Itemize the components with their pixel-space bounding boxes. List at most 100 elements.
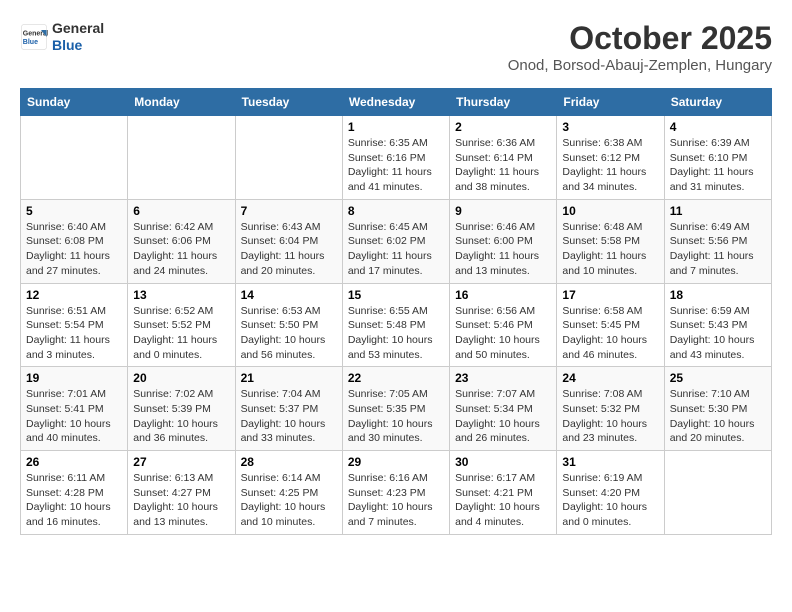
day-number: 30	[455, 455, 551, 469]
weekday-header-wednesday: Wednesday	[342, 89, 449, 116]
day-number: 3	[562, 120, 658, 134]
day-info: Sunrise: 7:02 AM Sunset: 5:39 PM Dayligh…	[133, 387, 229, 446]
logo: General Blue General Blue	[20, 20, 104, 54]
day-cell: 5Sunrise: 6:40 AM Sunset: 6:08 PM Daylig…	[21, 199, 128, 283]
day-info: Sunrise: 7:10 AM Sunset: 5:30 PM Dayligh…	[670, 387, 766, 446]
day-info: Sunrise: 6:35 AM Sunset: 6:16 PM Dayligh…	[348, 136, 444, 195]
location-title: Onod, Borsod-Abauj-Zemplen, Hungary	[508, 57, 772, 74]
day-cell: 4Sunrise: 6:39 AM Sunset: 6:10 PM Daylig…	[664, 116, 771, 200]
day-cell: 19 Sunrise: 7:01 AM Sunset: 5:41 PM Dayli…	[21, 367, 128, 451]
day-number: 4	[670, 120, 766, 134]
day-number: 18	[670, 288, 766, 302]
day-cell	[128, 116, 235, 200]
day-cell: 29 Sunrise: 6:16 AM Sunset: 4:23 PM Dayli…	[342, 451, 449, 535]
day-cell: 28Sunrise: 6:14 AM Sunset: 4:25 PM Dayli…	[235, 451, 342, 535]
day-number: 13	[133, 288, 229, 302]
day-cell	[235, 116, 342, 200]
day-info: Sunrise: 7:01 AM Sunset: 5:41 PM Dayligh…	[26, 387, 122, 446]
day-cell: 21Sunrise: 7:04 AM Sunset: 5:37 PM Dayli…	[235, 367, 342, 451]
day-info: Sunrise: 6:52 AM Sunset: 5:52 PM Dayligh…	[133, 304, 229, 363]
day-number: 2	[455, 120, 551, 134]
day-number: 21	[241, 371, 337, 385]
day-number: 27	[133, 455, 229, 469]
day-info: Sunrise: 6:53 AM Sunset: 5:50 PM Dayligh…	[241, 304, 337, 363]
day-info: Sunrise: 6:58 AM Sunset: 5:45 PM Dayligh…	[562, 304, 658, 363]
day-cell: 17 Sunrise: 6:58 AM Sunset: 5:45 PM Dayli…	[557, 283, 664, 367]
day-info: Sunrise: 6:36 AM Sunset: 6:14 PM Dayligh…	[455, 136, 551, 195]
day-info: Sunrise: 6:14 AM Sunset: 4:25 PM Dayligh…	[241, 471, 337, 530]
day-info: Sunrise: 6:42 AM Sunset: 6:06 PM Dayligh…	[133, 220, 229, 279]
day-cell: 26 Sunrise: 6:11 AM Sunset: 4:28 PM Dayli…	[21, 451, 128, 535]
day-number: 10	[562, 204, 658, 218]
weekday-header-thursday: Thursday	[450, 89, 557, 116]
day-cell: 23Sunrise: 7:07 AM Sunset: 5:34 PM Dayli…	[450, 367, 557, 451]
day-number: 11	[670, 204, 766, 218]
day-info: Sunrise: 6:48 AM Sunset: 5:58 PM Dayligh…	[562, 220, 658, 279]
day-cell: 22Sunrise: 7:05 AM Sunset: 5:35 PM Dayli…	[342, 367, 449, 451]
day-number: 31	[562, 455, 658, 469]
day-number: 25	[670, 371, 766, 385]
day-cell: 9 Sunrise: 6:46 AM Sunset: 6:00 PM Daylig…	[450, 199, 557, 283]
day-number: 15	[348, 288, 444, 302]
day-number: 1	[348, 120, 444, 134]
day-info: Sunrise: 6:51 AM Sunset: 5:54 PM Dayligh…	[26, 304, 122, 363]
day-number: 6	[133, 204, 229, 218]
day-cell: 11 Sunrise: 6:49 AM Sunset: 5:56 PM Dayli…	[664, 199, 771, 283]
day-info: Sunrise: 6:46 AM Sunset: 6:00 PM Dayligh…	[455, 220, 551, 279]
week-row-5: 26 Sunrise: 6:11 AM Sunset: 4:28 PM Dayli…	[21, 451, 772, 535]
day-cell: 25 Sunrise: 7:10 AM Sunset: 5:30 PM Dayli…	[664, 367, 771, 451]
day-number: 7	[241, 204, 337, 218]
logo-line1: General	[52, 20, 104, 37]
day-info: Sunrise: 6:17 AM Sunset: 4:21 PM Dayligh…	[455, 471, 551, 530]
day-info: Sunrise: 6:38 AM Sunset: 6:12 PM Dayligh…	[562, 136, 658, 195]
day-cell: 31 Sunrise: 6:19 AM Sunset: 4:20 PM Dayli…	[557, 451, 664, 535]
day-cell: 10 Sunrise: 6:48 AM Sunset: 5:58 PM Dayli…	[557, 199, 664, 283]
day-number: 16	[455, 288, 551, 302]
day-cell: 15Sunrise: 6:55 AM Sunset: 5:48 PM Dayli…	[342, 283, 449, 367]
day-info: Sunrise: 6:49 AM Sunset: 5:56 PM Dayligh…	[670, 220, 766, 279]
day-number: 14	[241, 288, 337, 302]
weekday-header-sunday: Sunday	[21, 89, 128, 116]
day-number: 9	[455, 204, 551, 218]
day-cell: 6 Sunrise: 6:42 AM Sunset: 6:06 PM Daylig…	[128, 199, 235, 283]
day-cell	[664, 451, 771, 535]
svg-text:Blue: Blue	[23, 39, 38, 46]
day-number: 8	[348, 204, 444, 218]
day-number: 23	[455, 371, 551, 385]
day-cell: 13 Sunrise: 6:52 AM Sunset: 5:52 PM Dayli…	[128, 283, 235, 367]
logo-line2: Blue	[52, 37, 104, 54]
day-info: Sunrise: 6:13 AM Sunset: 4:27 PM Dayligh…	[133, 471, 229, 530]
day-cell: 24Sunrise: 7:08 AM Sunset: 5:32 PM Dayli…	[557, 367, 664, 451]
day-cell: 3 Sunrise: 6:38 AM Sunset: 6:12 PM Daylig…	[557, 116, 664, 200]
month-title: October 2025	[508, 20, 772, 57]
day-info: Sunrise: 6:16 AM Sunset: 4:23 PM Dayligh…	[348, 471, 444, 530]
week-row-3: 12 Sunrise: 6:51 AM Sunset: 5:54 PM Dayli…	[21, 283, 772, 367]
day-cell: 7 Sunrise: 6:43 AM Sunset: 6:04 PM Daylig…	[235, 199, 342, 283]
day-cell: 14 Sunrise: 6:53 AM Sunset: 5:50 PM Dayli…	[235, 283, 342, 367]
day-cell: 27 Sunrise: 6:13 AM Sunset: 4:27 PM Dayli…	[128, 451, 235, 535]
day-number: 17	[562, 288, 658, 302]
day-info: Sunrise: 6:56 AM Sunset: 5:46 PM Dayligh…	[455, 304, 551, 363]
day-cell: 2 Sunrise: 6:36 AM Sunset: 6:14 PM Daylig…	[450, 116, 557, 200]
day-cell: 18Sunrise: 6:59 AM Sunset: 5:43 PM Dayli…	[664, 283, 771, 367]
day-number: 22	[348, 371, 444, 385]
day-number: 12	[26, 288, 122, 302]
week-row-2: 5Sunrise: 6:40 AM Sunset: 6:08 PM Daylig…	[21, 199, 772, 283]
day-info: Sunrise: 6:40 AM Sunset: 6:08 PM Dayligh…	[26, 220, 122, 279]
day-info: Sunrise: 6:19 AM Sunset: 4:20 PM Dayligh…	[562, 471, 658, 530]
logo-icon: General Blue	[20, 23, 48, 51]
weekday-header-saturday: Saturday	[664, 89, 771, 116]
day-cell: 30 Sunrise: 6:17 AM Sunset: 4:21 PM Dayli…	[450, 451, 557, 535]
day-cell: 20Sunrise: 7:02 AM Sunset: 5:39 PM Dayli…	[128, 367, 235, 451]
day-info: Sunrise: 6:11 AM Sunset: 4:28 PM Dayligh…	[26, 471, 122, 530]
day-info: Sunrise: 6:43 AM Sunset: 6:04 PM Dayligh…	[241, 220, 337, 279]
calendar-table: SundayMondayTuesdayWednesdayThursdayFrid…	[20, 88, 772, 535]
weekday-header-friday: Friday	[557, 89, 664, 116]
day-number: 19	[26, 371, 122, 385]
day-info: Sunrise: 7:08 AM Sunset: 5:32 PM Dayligh…	[562, 387, 658, 446]
week-row-4: 19 Sunrise: 7:01 AM Sunset: 5:41 PM Dayli…	[21, 367, 772, 451]
day-cell: 16 Sunrise: 6:56 AM Sunset: 5:46 PM Dayli…	[450, 283, 557, 367]
day-number: 29	[348, 455, 444, 469]
weekday-header-row: SundayMondayTuesdayWednesdayThursdayFrid…	[21, 89, 772, 116]
day-number: 26	[26, 455, 122, 469]
